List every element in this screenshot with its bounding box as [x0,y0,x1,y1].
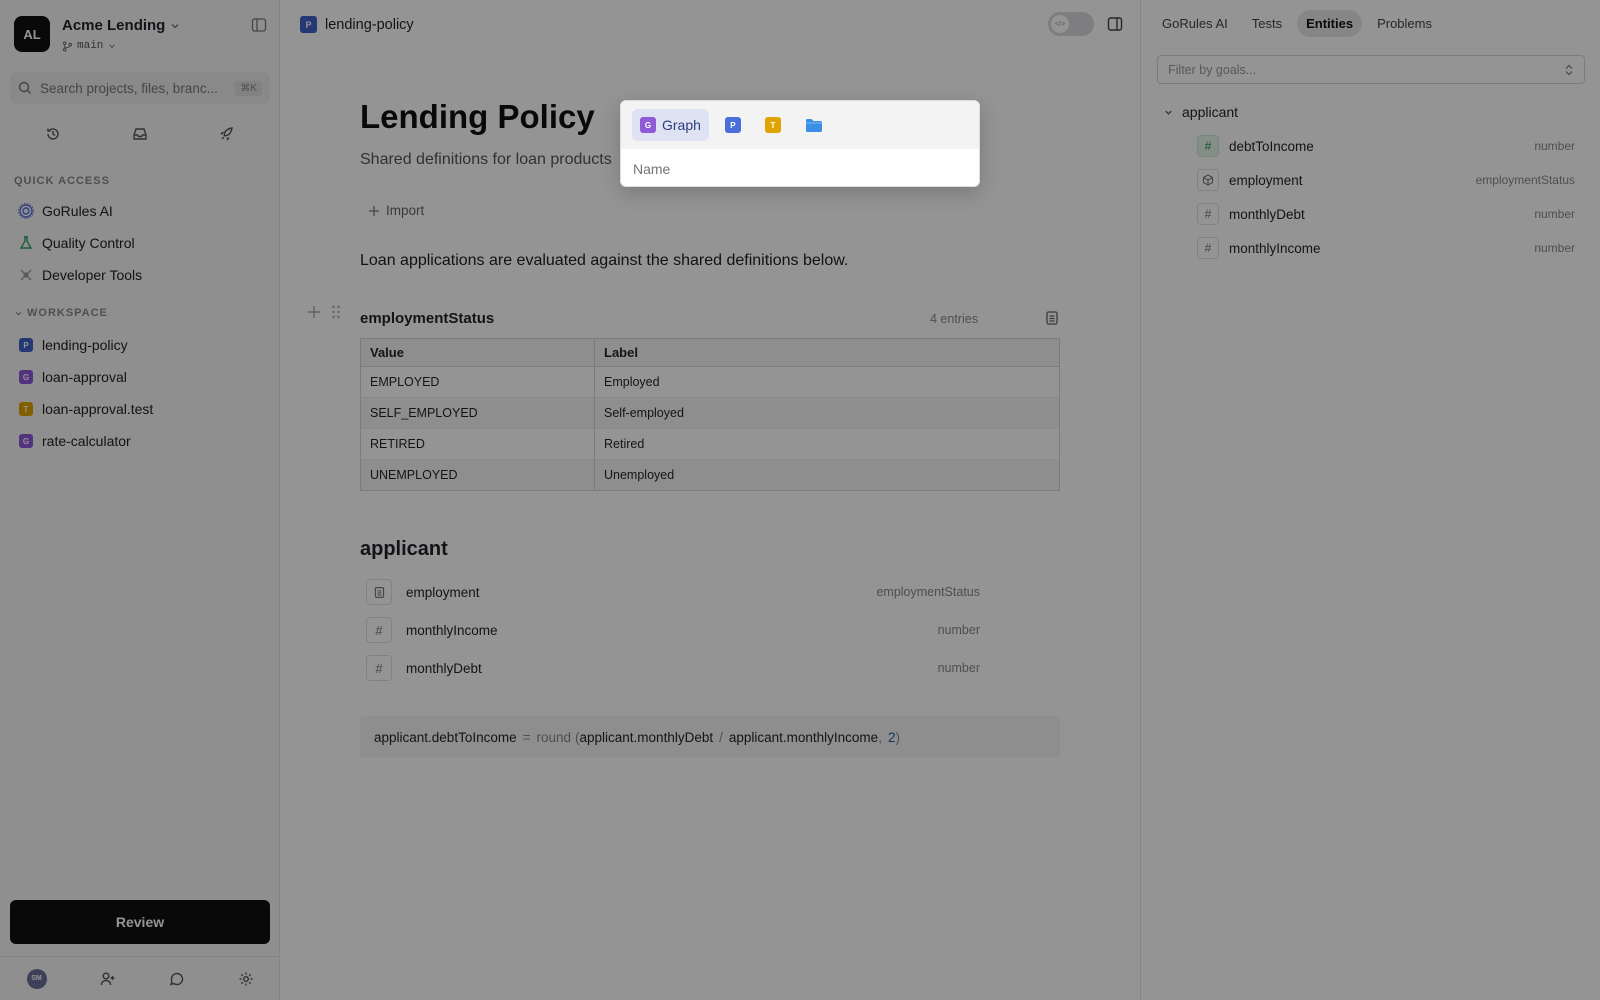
file-type-test[interactable]: T [757,109,789,141]
file-name-input[interactable] [621,149,979,186]
policy-badge-icon: P [724,117,741,133]
new-file-popover: G Graph P T [620,100,980,187]
graph-badge-icon: G [640,117,656,133]
test-badge-icon: T [764,117,781,133]
file-type-folder[interactable] [797,109,831,141]
file-type-label: Graph [662,117,701,133]
file-type-graph[interactable]: G Graph [632,109,709,141]
folder-icon [805,118,823,133]
file-type-selector: G Graph P T [621,101,979,149]
file-type-policy[interactable]: P [717,109,749,141]
